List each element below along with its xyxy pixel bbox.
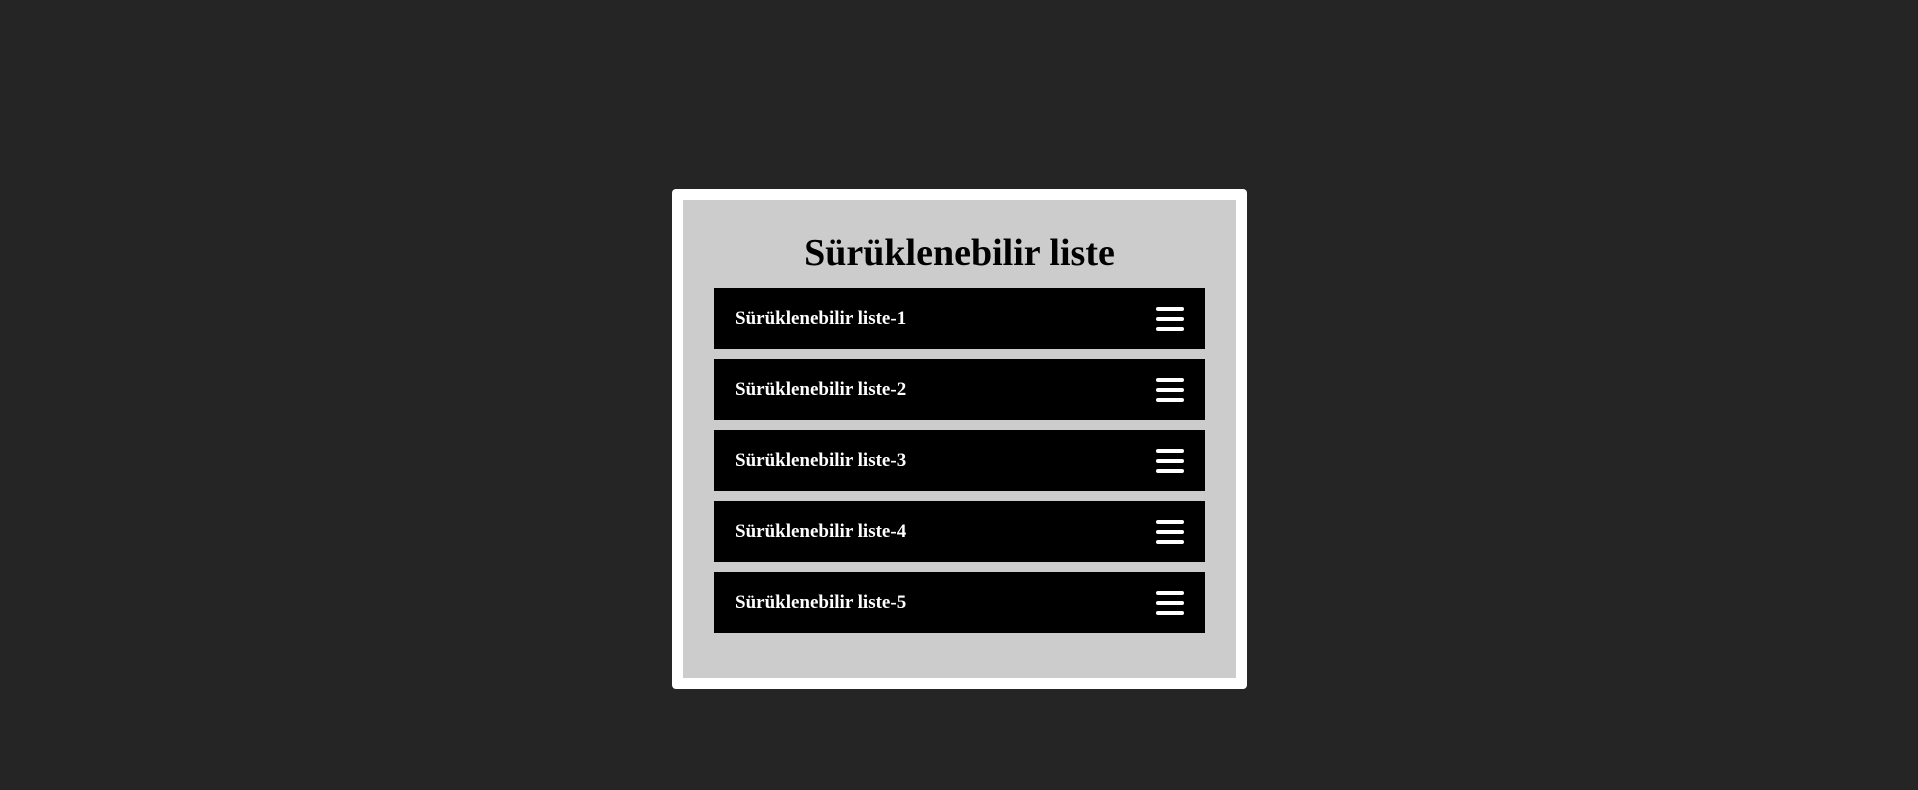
list-item[interactable]: Sürüklenebilir liste-1: [714, 288, 1205, 349]
page-title: Sürüklenebilir liste: [804, 232, 1115, 274]
list-item[interactable]: Sürüklenebilir liste-5: [714, 572, 1205, 633]
hamburger-icon[interactable]: [1156, 306, 1184, 331]
draggable-list: Sürüklenebilir liste-1 Sürüklenebilir li…: [714, 288, 1205, 633]
draggable-list-panel: Sürüklenebilir liste Sürüklenebilir list…: [683, 200, 1236, 678]
list-item[interactable]: Sürüklenebilir liste-4: [714, 501, 1205, 562]
hamburger-icon[interactable]: [1156, 448, 1184, 473]
hamburger-icon[interactable]: [1156, 519, 1184, 544]
list-item-label: Sürüklenebilir liste-2: [735, 378, 907, 400]
list-item-label: Sürüklenebilir liste-1: [735, 307, 907, 329]
hamburger-icon[interactable]: [1156, 377, 1184, 402]
list-item-label: Sürüklenebilir liste-5: [735, 591, 907, 613]
hamburger-icon[interactable]: [1156, 590, 1184, 615]
list-item[interactable]: Sürüklenebilir liste-2: [714, 359, 1205, 420]
list-item[interactable]: Sürüklenebilir liste-3: [714, 430, 1205, 491]
list-item-label: Sürüklenebilir liste-3: [735, 449, 907, 471]
draggable-list-card: Sürüklenebilir liste Sürüklenebilir list…: [672, 189, 1247, 689]
list-item-label: Sürüklenebilir liste-4: [735, 520, 907, 542]
